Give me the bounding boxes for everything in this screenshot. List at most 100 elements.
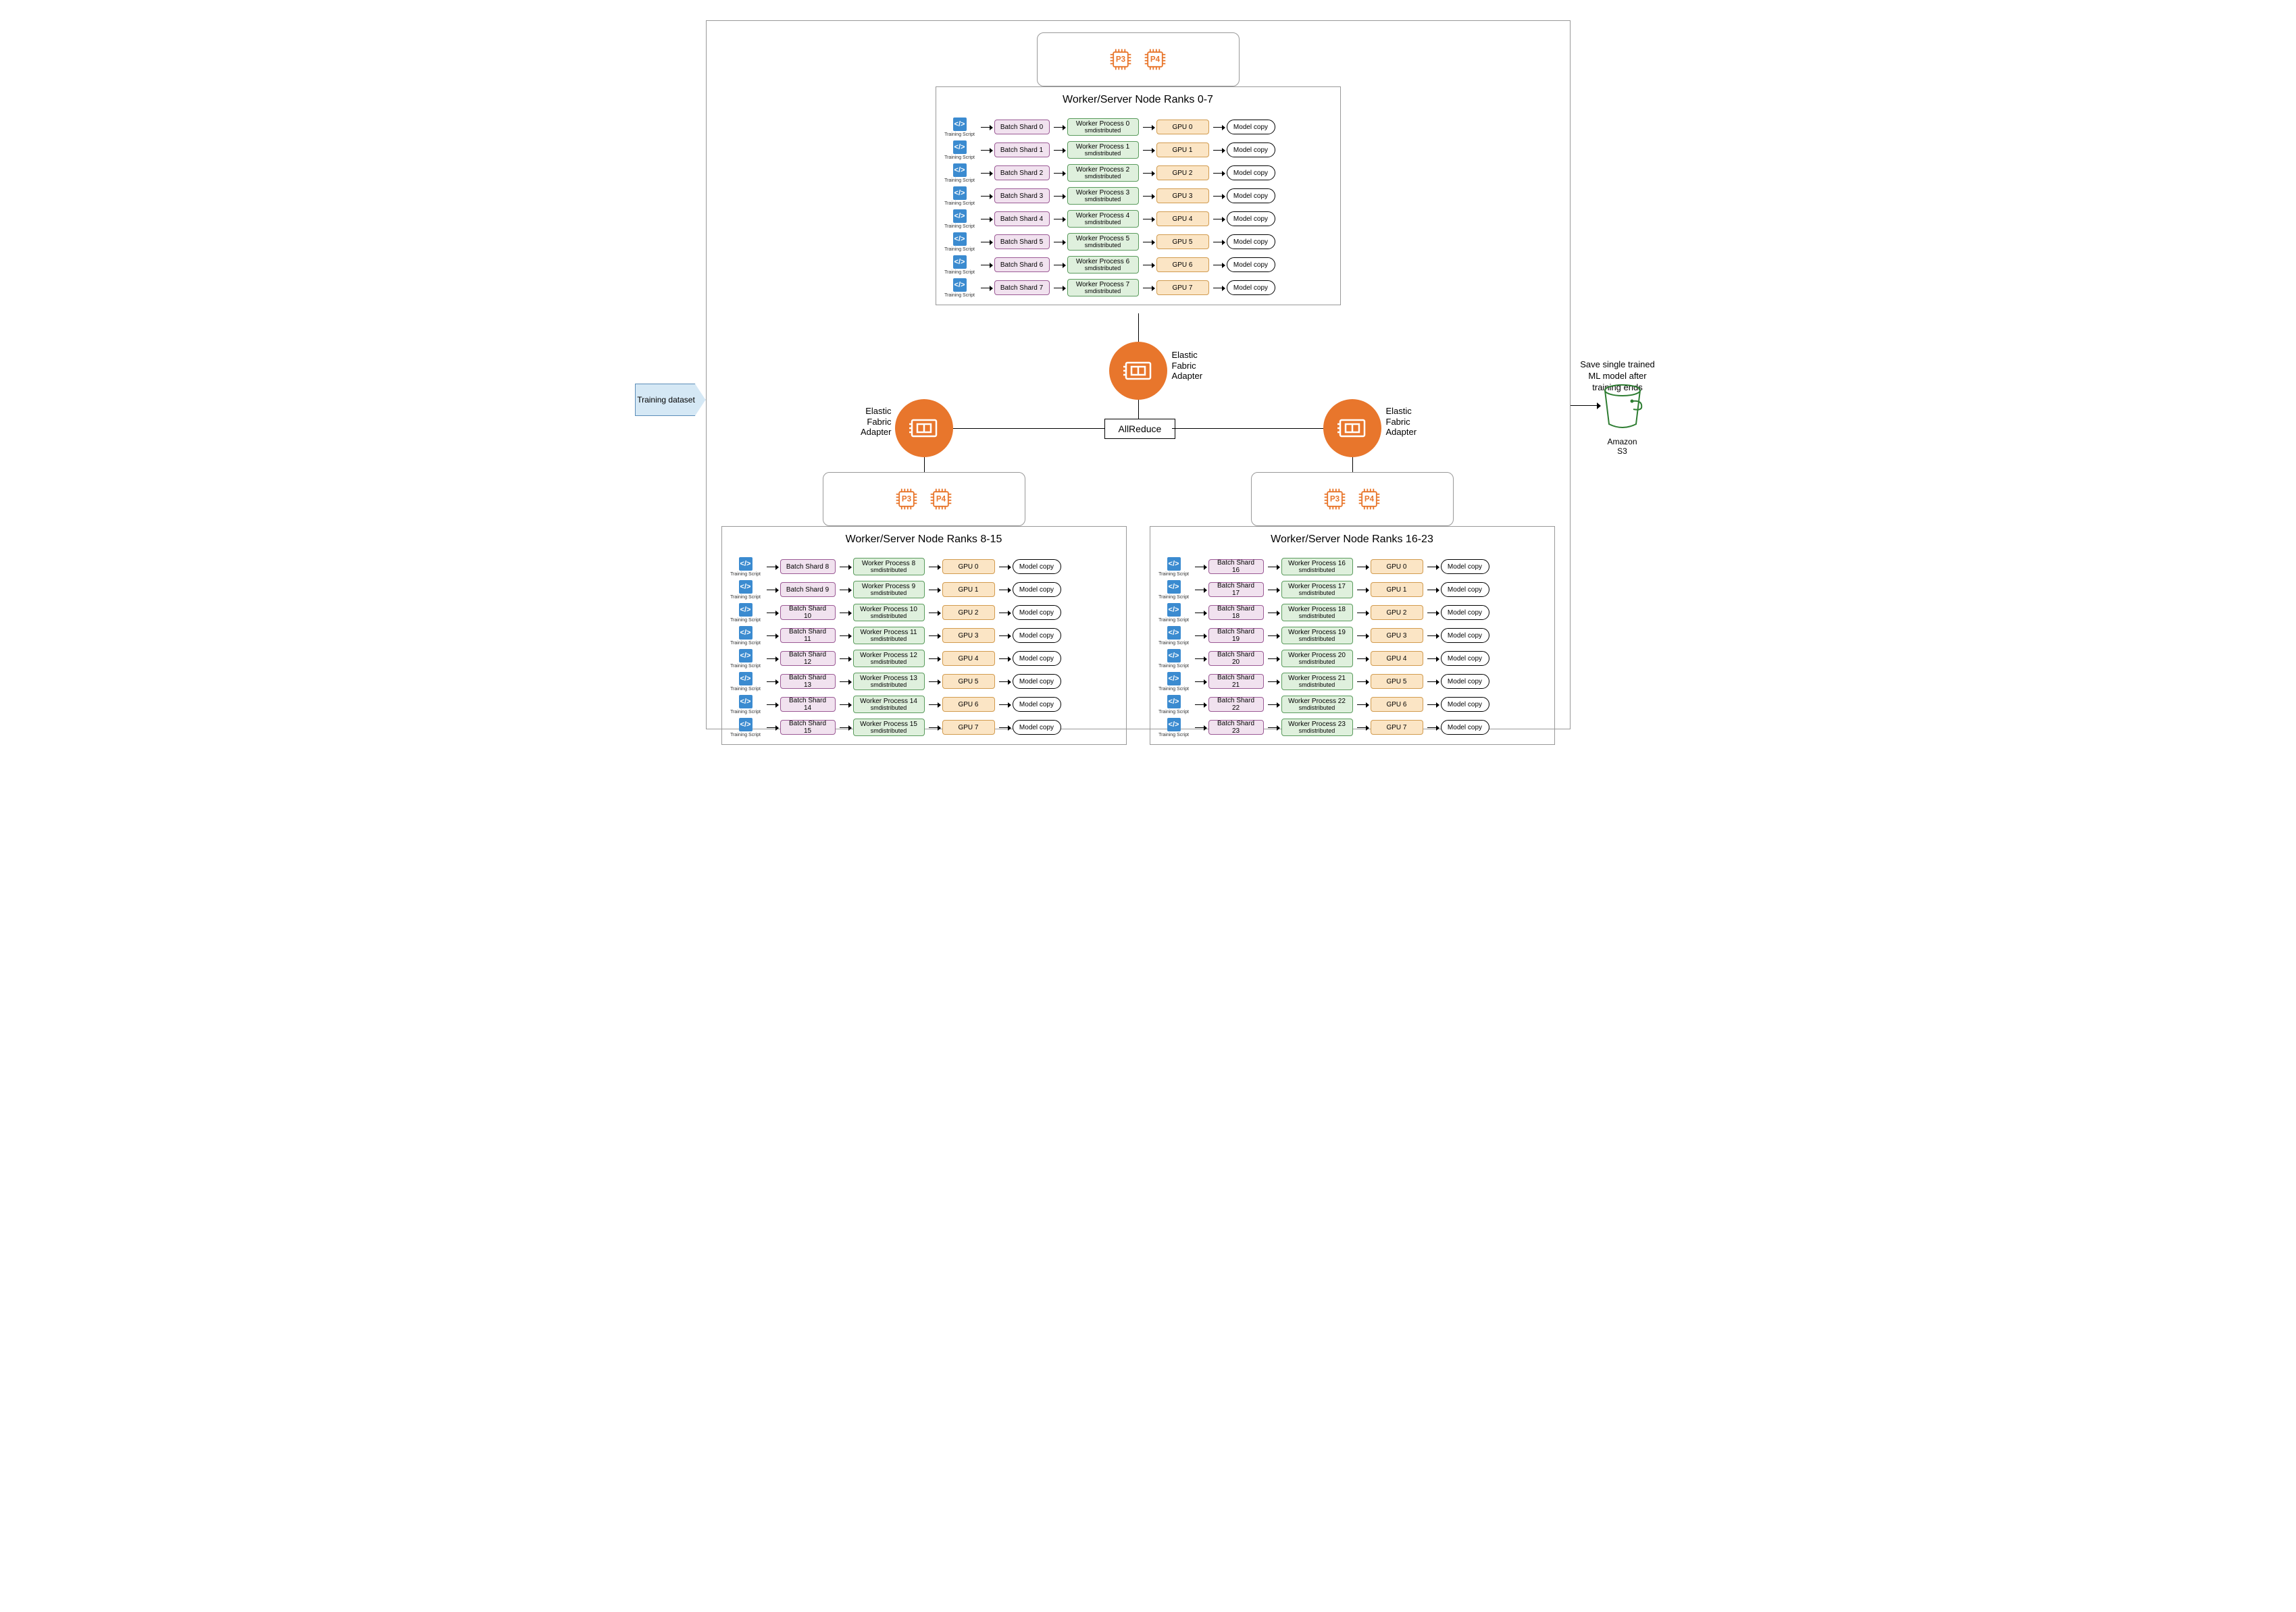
- arrow-icon: [981, 173, 990, 174]
- arrow-icon: [840, 658, 849, 659]
- efa-icon: [1109, 342, 1167, 400]
- batch-shard: Batch Shard 2: [994, 165, 1050, 180]
- arrow-icon: [767, 635, 776, 636]
- arrow-icon: [1357, 658, 1367, 659]
- training-script-icon: </> Training Script: [943, 163, 977, 183]
- efa-icon: [895, 399, 953, 457]
- arrow-icon: [840, 635, 849, 636]
- arrow-icon: [1195, 635, 1204, 636]
- gpu-box: GPU 6: [1156, 257, 1209, 272]
- arrow-icon: [1143, 196, 1152, 197]
- pipeline-row: </> Training Script Batch Shard 12 Worke…: [729, 648, 1119, 669]
- worker-process: Worker Process 8smdistributed: [853, 558, 925, 575]
- model-copy: Model copy: [1013, 628, 1061, 643]
- connector: [1172, 428, 1323, 429]
- training-script-icon: </> Training Script: [943, 232, 977, 252]
- worker-process: Worker Process 9smdistributed: [853, 581, 925, 598]
- arrow-icon: [1143, 173, 1152, 174]
- arrow-icon: [840, 704, 849, 705]
- model-copy: Model copy: [1441, 559, 1489, 574]
- arrow-icon: [1357, 704, 1367, 705]
- worker-process: Worker Process 0smdistributed: [1067, 118, 1139, 136]
- training-script-icon: </> Training Script: [729, 718, 763, 737]
- arrow-icon: [981, 127, 990, 128]
- node-card-top: P3 P4: [1037, 32, 1240, 86]
- worker-process: Worker Process 22smdistributed: [1281, 696, 1353, 713]
- model-copy: Model copy: [1441, 720, 1489, 735]
- ranks-title: Worker/Server Node Ranks 8-15: [722, 527, 1126, 552]
- arrow-icon: [1054, 127, 1063, 128]
- arrow-icon: [981, 150, 990, 151]
- gpu-box: GPU 6: [942, 697, 995, 712]
- arrow-icon: [1195, 727, 1204, 728]
- svg-text:P3: P3: [1116, 55, 1126, 64]
- arrow-icon: [767, 681, 776, 682]
- arrow-icon: [1268, 658, 1277, 659]
- batch-shard: Batch Shard 14: [780, 697, 836, 712]
- batch-shard: Batch Shard 6: [994, 257, 1050, 272]
- connector: [924, 457, 925, 472]
- ranks-rows: </> Training Script Batch Shard 16 Worke…: [1150, 552, 1554, 744]
- model-copy: Model copy: [1441, 697, 1489, 712]
- output-arrow: [1571, 405, 1598, 406]
- batch-shard: Batch Shard 3: [994, 188, 1050, 203]
- arrow-icon: [981, 196, 990, 197]
- arrow-icon: [1427, 635, 1437, 636]
- gpu-box: GPU 0: [942, 559, 995, 574]
- gpu-box: GPU 4: [1371, 651, 1423, 666]
- worker-process: Worker Process 1smdistributed: [1067, 141, 1139, 159]
- connector: [1352, 457, 1353, 472]
- arrow-icon: [999, 727, 1009, 728]
- pipeline-row: </> Training Script Batch Shard 2 Worker…: [943, 163, 1333, 183]
- arrow-icon: [999, 658, 1009, 659]
- pipeline-row: </> Training Script Batch Shard 13 Worke…: [729, 671, 1119, 692]
- batch-shard: Batch Shard 22: [1208, 697, 1264, 712]
- arrow-icon: [767, 658, 776, 659]
- arrow-icon: [929, 635, 938, 636]
- efa-label: Elastic Fabric Adapter: [1386, 406, 1427, 438]
- cpu-chip-icon: P3: [1323, 487, 1347, 511]
- gpu-box: GPU 2: [942, 605, 995, 620]
- batch-shard: Batch Shard 11: [780, 628, 836, 643]
- arrow-icon: [1268, 681, 1277, 682]
- arrow-icon: [1357, 681, 1367, 682]
- batch-shard: Batch Shard 7: [994, 280, 1050, 295]
- gpu-box: GPU 3: [942, 628, 995, 643]
- batch-shard: Batch Shard 19: [1208, 628, 1264, 643]
- pipeline-row: </> Training Script Batch Shard 3 Worker…: [943, 186, 1333, 206]
- gpu-box: GPU 4: [1156, 211, 1209, 226]
- worker-process: Worker Process 23smdistributed: [1281, 719, 1353, 736]
- pipeline-row: </> Training Script Batch Shard 18 Worke…: [1157, 602, 1548, 623]
- gpu-box: GPU 7: [1156, 280, 1209, 295]
- batch-shard: Batch Shard 4: [994, 211, 1050, 226]
- svg-text:P4: P4: [1150, 55, 1160, 64]
- training-script-icon: </> Training Script: [1157, 695, 1191, 714]
- arrow-icon: [767, 704, 776, 705]
- ranks-rows: </> Training Script Batch Shard 8 Worker…: [722, 552, 1126, 744]
- pipeline-row: </> Training Script Batch Shard 6 Worker…: [943, 255, 1333, 275]
- training-script-icon: </> Training Script: [729, 626, 763, 646]
- batch-shard: Batch Shard 21: [1208, 674, 1264, 689]
- model-copy: Model copy: [1013, 582, 1061, 597]
- cpu-chip-icon: P4: [1357, 487, 1381, 511]
- ranks-title: Worker/Server Node Ranks 16-23: [1150, 527, 1554, 552]
- gpu-box: GPU 1: [1371, 582, 1423, 597]
- arrow-icon: [767, 727, 776, 728]
- arrow-icon: [999, 635, 1009, 636]
- training-script-icon: </> Training Script: [943, 278, 977, 298]
- gpu-box: GPU 3: [1156, 188, 1209, 203]
- arrow-icon: [1054, 196, 1063, 197]
- worker-process: Worker Process 14smdistributed: [853, 696, 925, 713]
- training-script-icon: </> Training Script: [729, 649, 763, 669]
- ranks-box-top: Worker/Server Node Ranks 0-7 </> Trainin…: [936, 86, 1341, 305]
- efa-label: Elastic Fabric Adapter: [851, 406, 892, 438]
- training-script-icon: </> Training Script: [729, 557, 763, 577]
- arrow-icon: [1427, 658, 1437, 659]
- efa-label: Elastic Fabric Adapter: [1172, 350, 1213, 382]
- training-script-icon: </> Training Script: [943, 186, 977, 206]
- gpu-box: GPU 5: [1371, 674, 1423, 689]
- arrow-icon: [1427, 727, 1437, 728]
- ranks-box-right: Worker/Server Node Ranks 16-23 </> Train…: [1150, 526, 1555, 745]
- worker-process: Worker Process 12smdistributed: [853, 650, 925, 667]
- pipeline-row: </> Training Script Batch Shard 16 Worke…: [1157, 556, 1548, 577]
